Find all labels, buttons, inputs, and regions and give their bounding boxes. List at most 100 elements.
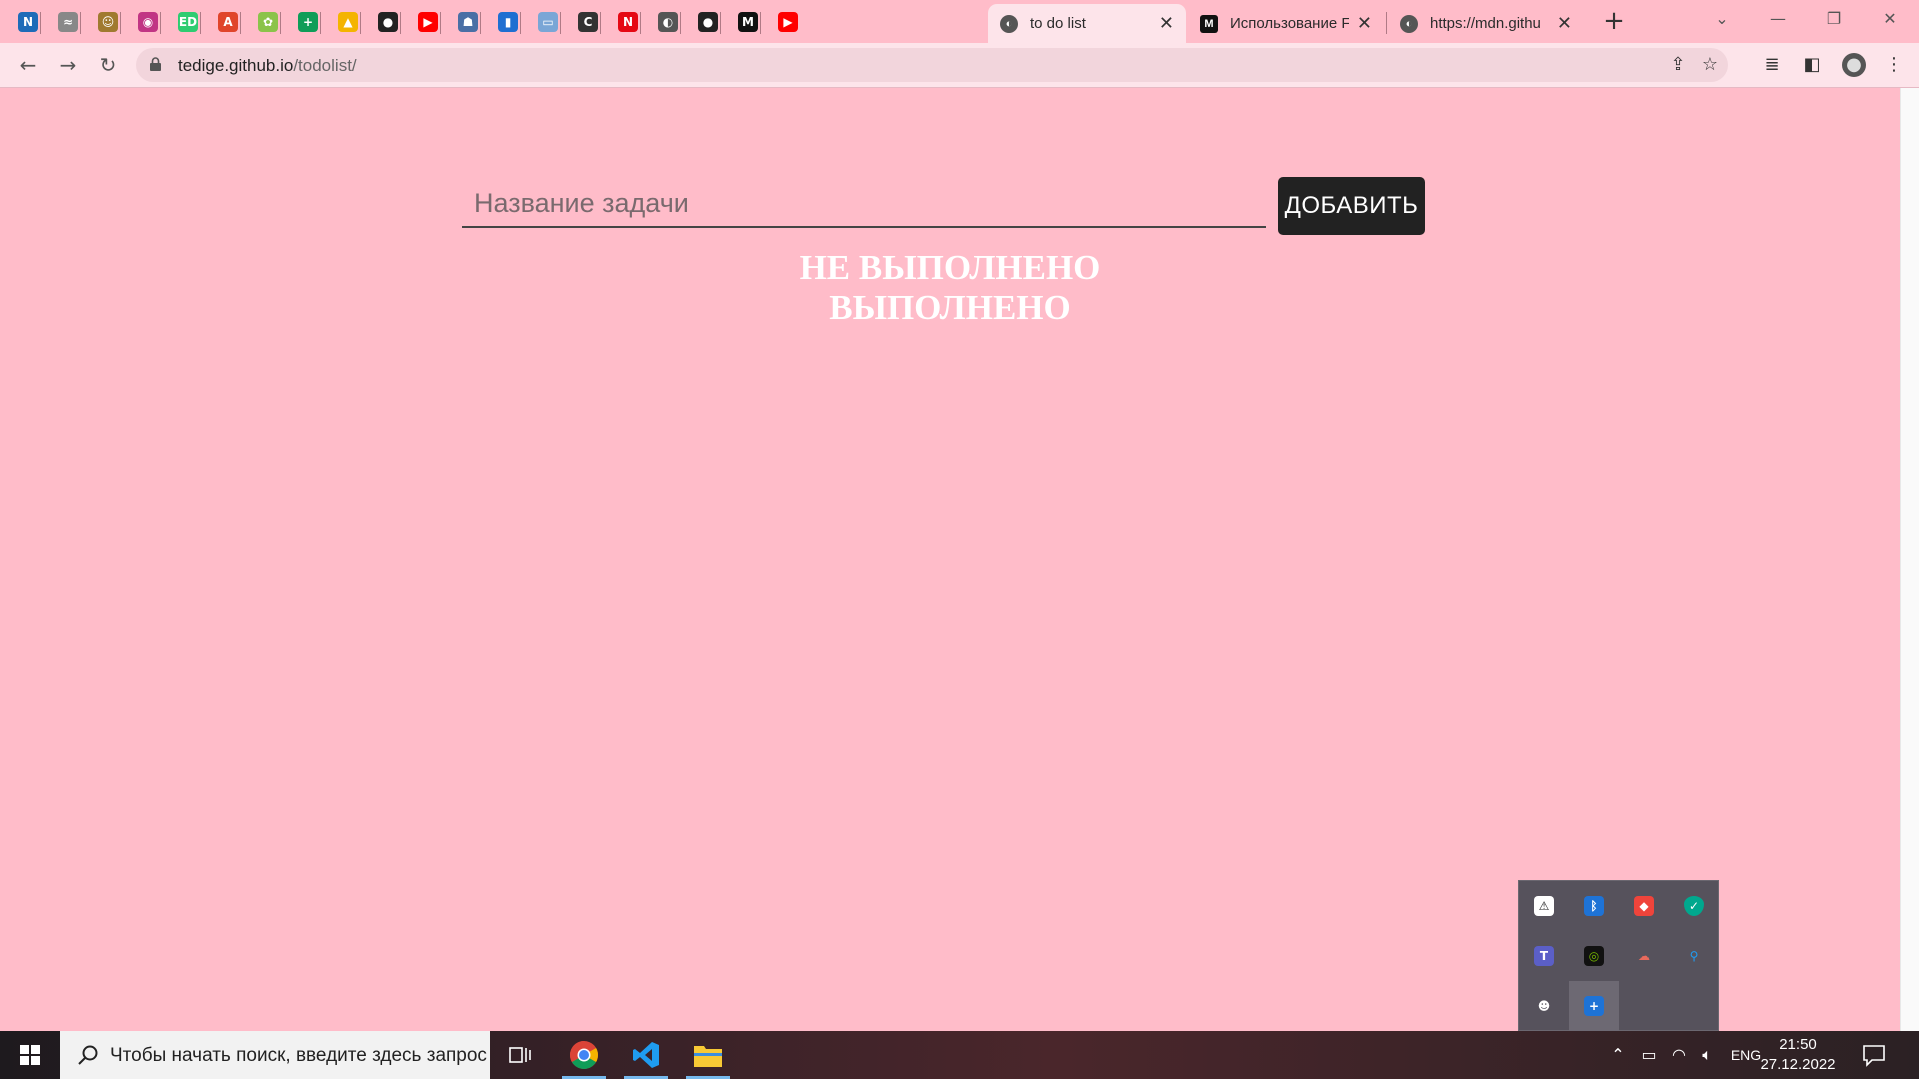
browser-toolbar: ← → ↻ tedige.github.io/todolist/ ⇪ ☆ ≣ ◧… bbox=[0, 43, 1919, 88]
reload-button[interactable]: ↻ bbox=[92, 49, 124, 81]
tab-divider bbox=[560, 12, 561, 34]
forward-button[interactable]: → bbox=[52, 49, 84, 81]
tab-divider bbox=[120, 12, 121, 34]
add-app-icon[interactable]: + bbox=[1569, 981, 1619, 1031]
restore-button[interactable]: ❐ bbox=[1806, 0, 1862, 40]
github-icon: ● bbox=[698, 12, 718, 32]
tab-divider bbox=[240, 12, 241, 34]
section-not-done-title: НЕ ВЫПОЛНЕНО bbox=[799, 248, 1101, 287]
tab-divider bbox=[760, 12, 761, 34]
globe-icon: ◐ bbox=[658, 12, 678, 32]
url-path: /todolist/ bbox=[293, 56, 357, 75]
robot-icon: ☗ bbox=[458, 12, 478, 32]
tab-divider bbox=[600, 12, 601, 34]
notification-center-icon[interactable] bbox=[1860, 1041, 1888, 1069]
taskbar-chrome[interactable] bbox=[554, 1031, 614, 1079]
tab-divider bbox=[40, 12, 41, 34]
medium-icon: M bbox=[1200, 14, 1218, 33]
medium-icon: M bbox=[738, 12, 758, 32]
clock-time: 21:50 bbox=[1779, 1036, 1817, 1053]
drive-icon: ▲ bbox=[338, 12, 358, 32]
wifi-icon[interactable]: ◠ bbox=[1666, 1044, 1692, 1066]
taskbar-vscode[interactable] bbox=[616, 1031, 676, 1079]
anydesk-icon[interactable]: ◆ bbox=[1619, 881, 1669, 931]
globe-icon: ◐ bbox=[1000, 14, 1018, 33]
tab-mdn[interactable]: ◐ https://mdn.githu ✕ bbox=[1388, 4, 1584, 43]
tab-search-chevron-icon[interactable]: ⌄ bbox=[1694, 0, 1750, 40]
search-placeholder: Чтобы начать поиск, введите здесь запрос bbox=[110, 1045, 487, 1066]
volume-icon[interactable]: 🔈︎ bbox=[1694, 1044, 1720, 1066]
discord-icon[interactable]: ☻ bbox=[1519, 981, 1569, 1031]
brave-icon: A bbox=[218, 12, 238, 32]
vscode-icon bbox=[633, 1042, 659, 1068]
start-button[interactable] bbox=[0, 1031, 60, 1079]
task-view-icon bbox=[509, 1047, 531, 1063]
security-warning-icon[interactable]: ⚠ bbox=[1519, 881, 1569, 931]
globe-icon: ◐ bbox=[1400, 14, 1418, 33]
netflix-icon: N bbox=[618, 12, 638, 32]
tab-divider bbox=[400, 12, 401, 34]
tab-divider bbox=[360, 12, 361, 34]
tab-divider bbox=[320, 12, 321, 34]
tab-divider bbox=[680, 12, 681, 34]
clock[interactable]: 21:50 27.12.2022 bbox=[1758, 1035, 1838, 1075]
back-button[interactable]: ← bbox=[12, 49, 44, 81]
kaspersky-icon[interactable]: ✓ bbox=[1669, 881, 1719, 931]
reader-icon: ▭ bbox=[538, 12, 558, 32]
tab-divider bbox=[720, 12, 721, 34]
tray-overflow-popup: ⚠ ᛒ ◆ ✓ T ◎ ☁ ⚲ ☻ + bbox=[1518, 880, 1719, 1031]
folder-icon bbox=[694, 1046, 722, 1067]
close-tab-icon[interactable]: ✕ bbox=[1357, 13, 1372, 34]
taskbar-search-box[interactable]: Чтобы начать поиск, введите здесь запрос bbox=[60, 1031, 490, 1079]
task-name-input[interactable] bbox=[462, 180, 1266, 228]
nvidia-icon[interactable]: ◎ bbox=[1569, 931, 1619, 981]
tab-divider bbox=[1386, 12, 1387, 34]
windows-logo-icon bbox=[20, 1045, 40, 1065]
sheets-plus-icon: + bbox=[298, 12, 318, 32]
menu-kebab-icon[interactable]: ⋮ bbox=[1882, 53, 1906, 77]
lock-icon[interactable] bbox=[150, 57, 161, 71]
tab-divider bbox=[520, 12, 521, 34]
bluetooth-icon[interactable]: ᛒ bbox=[1569, 881, 1619, 931]
section-done-title: ВЫПОЛНЕНО bbox=[829, 288, 1071, 327]
zigzag-icon: ≈ bbox=[58, 12, 78, 32]
battery-icon[interactable]: ▭ bbox=[1636, 1044, 1662, 1066]
youtube-icon: ▶ bbox=[778, 12, 798, 32]
apple-icon: ✿ bbox=[258, 12, 278, 32]
tab-divider bbox=[440, 12, 441, 34]
close-tab-icon[interactable]: ✕ bbox=[1159, 13, 1174, 34]
search-icon bbox=[78, 1045, 98, 1065]
book-icon: ▮ bbox=[498, 12, 518, 32]
profile-avatar[interactable]: ● bbox=[1842, 53, 1866, 77]
page-scrollbar[interactable] bbox=[1900, 88, 1919, 1031]
url-host: tedige.github.io bbox=[178, 56, 294, 75]
chrome-icon bbox=[570, 1041, 598, 1069]
url-text: tedige.github.io/todolist/ bbox=[178, 56, 357, 76]
teams-icon[interactable]: T bbox=[1519, 931, 1569, 981]
tab-to-do-list[interactable]: ◐ to do list ✕ bbox=[988, 4, 1186, 43]
close-window-button[interactable]: ✕ bbox=[1862, 0, 1918, 40]
tab-ispolzovanie[interactable]: M Использование F ✕ bbox=[1188, 4, 1384, 43]
pinned-tab[interactable]: ▶ bbox=[764, 8, 812, 36]
side-panel-icon[interactable]: ◧ bbox=[1800, 53, 1824, 77]
taskbar-file-explorer[interactable] bbox=[678, 1031, 738, 1079]
reading-list-icon[interactable]: ≣ bbox=[1760, 53, 1784, 77]
add-task-button[interactable]: ДОБАВИТЬ bbox=[1278, 177, 1425, 235]
minimize-button[interactable]: — bbox=[1750, 0, 1806, 40]
cloud-sync-icon[interactable]: ☁ bbox=[1619, 931, 1669, 981]
edmodo-icon: ED bbox=[178, 12, 198, 32]
tab-divider bbox=[640, 12, 641, 34]
tab-divider bbox=[80, 12, 81, 34]
share-icon[interactable]: ⇪ bbox=[1666, 53, 1690, 77]
notion-icon: N bbox=[18, 12, 38, 32]
instagram-icon: ◉ bbox=[138, 12, 158, 32]
new-tab-button[interactable]: + bbox=[1598, 6, 1630, 38]
location-pin-icon[interactable]: ⚲ bbox=[1669, 931, 1719, 981]
github-icon: ● bbox=[378, 12, 398, 32]
task-view-button[interactable] bbox=[490, 1031, 550, 1079]
codewars-icon: C bbox=[578, 12, 598, 32]
close-tab-icon[interactable]: ✕ bbox=[1557, 13, 1572, 34]
address-bar[interactable]: tedige.github.io/todolist/ ⇪ ☆ bbox=[136, 48, 1728, 82]
show-hidden-icons-chevron-icon[interactable]: ⌃ bbox=[1606, 1044, 1630, 1066]
bookmark-star-icon[interactable]: ☆ bbox=[1698, 53, 1722, 77]
